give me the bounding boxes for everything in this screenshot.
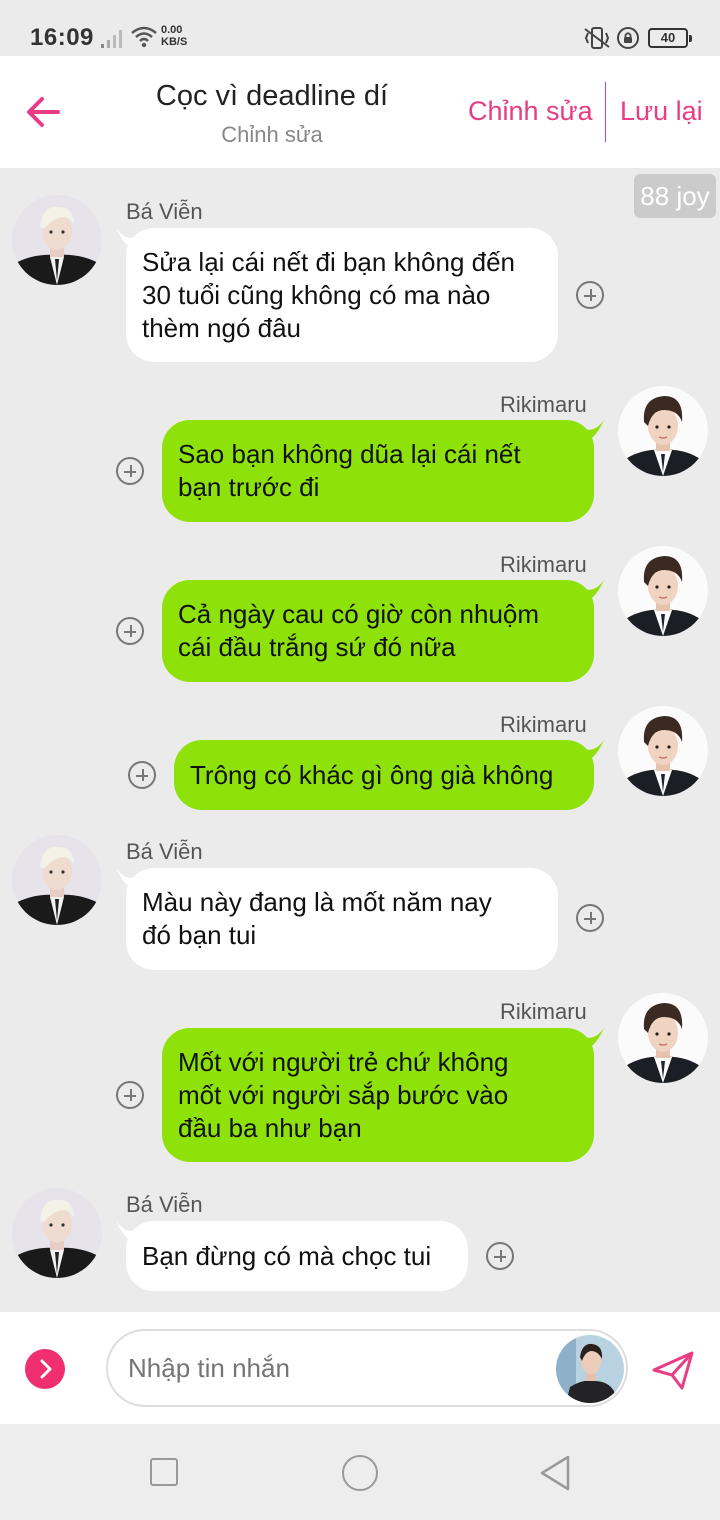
message-bubble[interactable]: Mốt với người trẻ chứ không mốt với ngườ… — [162, 1028, 594, 1162]
message-composer — [0, 1312, 720, 1424]
network-speed: 0.00 KB/S — [161, 24, 187, 48]
expand-button[interactable] — [25, 1349, 65, 1389]
add-reaction-icon[interactable] — [486, 1242, 514, 1270]
sender-name: Bá Viễn — [126, 1192, 203, 1217]
sender-name: Rikimaru — [500, 392, 587, 417]
message-line: cái đầu trắng sứ đó nữa — [178, 632, 456, 662]
edit-button[interactable]: Chỉnh sửa — [468, 96, 593, 127]
message-line: Sửa lại cái nết đi bạn không đến — [142, 246, 516, 277]
signal-icon — [101, 30, 122, 48]
header-divider — [605, 82, 606, 142]
sender-name: Rikimaru — [500, 712, 587, 737]
add-reaction-icon[interactable] — [116, 617, 144, 645]
message-bubble[interactable]: Màu này đang là mốt năm nay đó bạn tui — [126, 868, 558, 970]
message-input[interactable] — [128, 1353, 548, 1384]
back-arrow-icon[interactable] — [22, 90, 66, 134]
network-speed-value: 0.00 — [161, 24, 183, 36]
battery-icon: 40 — [648, 28, 692, 48]
message-line: Cả ngày cau có giờ còn nhuộm — [178, 599, 540, 629]
message-line: đầu ba như bạn — [178, 1112, 362, 1143]
message-bubble[interactable]: Sửa lại cái nết đi bạn không đến 30 tuổi… — [126, 228, 558, 362]
avatar-rikimaru[interactable] — [618, 386, 708, 476]
message-line: đó bạn tui — [142, 920, 257, 950]
sender-name: Rikimaru — [500, 999, 587, 1024]
save-button[interactable]: Lưu lại — [620, 96, 703, 127]
message-input-container — [106, 1329, 628, 1407]
system-nav-bar — [0, 1424, 720, 1520]
add-reaction-icon[interactable] — [116, 1081, 144, 1109]
add-reaction-icon[interactable] — [576, 281, 604, 309]
avatar-rikimaru[interactable] — [618, 706, 708, 796]
message-line: Mốt với người trẻ chứ không — [178, 1046, 509, 1077]
message-bubble[interactable]: Sao bạn không dũa lại cái nết bạn trước … — [162, 420, 594, 522]
message-line: 30 tuổi cũng không có ma nào — [142, 279, 491, 310]
avatar-ba-vien[interactable] — [12, 195, 102, 285]
recent-apps-icon[interactable] — [150, 1458, 178, 1486]
watermark: 88 joy — [634, 174, 716, 218]
message-line: thèm ngó đâu — [142, 312, 302, 343]
message-line: mốt với người sắp bước vào — [178, 1079, 509, 1110]
chevron-right-icon — [40, 1359, 52, 1379]
message-line: Sao bạn không dũa lại cái nết — [178, 439, 521, 469]
message-line: bạn trước đi — [178, 472, 320, 502]
sender-name: Bá Viễn — [126, 199, 203, 224]
chat-header: Cọc vì deadline dí Chỉnh sửa Chỉnh sửa L… — [0, 56, 720, 168]
sender-name: Bá Viễn — [126, 839, 203, 864]
home-icon[interactable] — [342, 1455, 378, 1491]
chat-subtitle: Chỉnh sửa — [221, 122, 323, 147]
avatar-ba-vien[interactable] — [12, 1188, 102, 1278]
add-reaction-icon[interactable] — [116, 457, 144, 485]
message-bubble[interactable]: Bạn đừng có mà chọc tui — [126, 1221, 468, 1291]
vibrate-icon — [584, 27, 610, 49]
message-bubble[interactable]: Cả ngày cau có giờ còn nhuộm cái đầu trắ… — [162, 580, 594, 682]
status-time: 16:09 — [30, 24, 94, 51]
message-bubble[interactable]: Trông có khác gì ông già không — [174, 740, 594, 810]
wifi-icon — [131, 26, 157, 48]
message-line: Bạn đừng có mà chọc tui — [142, 1240, 432, 1271]
send-icon[interactable] — [650, 1348, 696, 1392]
lock-rotation-icon — [617, 27, 639, 49]
avatar-rikimaru[interactable] — [618, 546, 708, 636]
chat-title: Cọc vì deadline dí — [155, 80, 389, 112]
avatar-ba-vien[interactable] — [12, 835, 102, 925]
add-reaction-icon[interactable] — [128, 761, 156, 789]
add-reaction-icon[interactable] — [576, 904, 604, 932]
status-bar: 16:09 0.00 KB/S 40 — [0, 0, 720, 56]
message-line: Màu này đang là mốt năm nay — [142, 887, 492, 917]
message-line: Trông có khác gì ông già không — [190, 759, 554, 790]
network-speed-unit: KB/S — [161, 36, 188, 48]
sender-name: Rikimaru — [500, 552, 587, 577]
back-triangle-icon[interactable] — [538, 1454, 574, 1492]
sender-avatar-selector[interactable] — [556, 1335, 624, 1403]
avatar-rikimaru[interactable] — [618, 993, 708, 1083]
